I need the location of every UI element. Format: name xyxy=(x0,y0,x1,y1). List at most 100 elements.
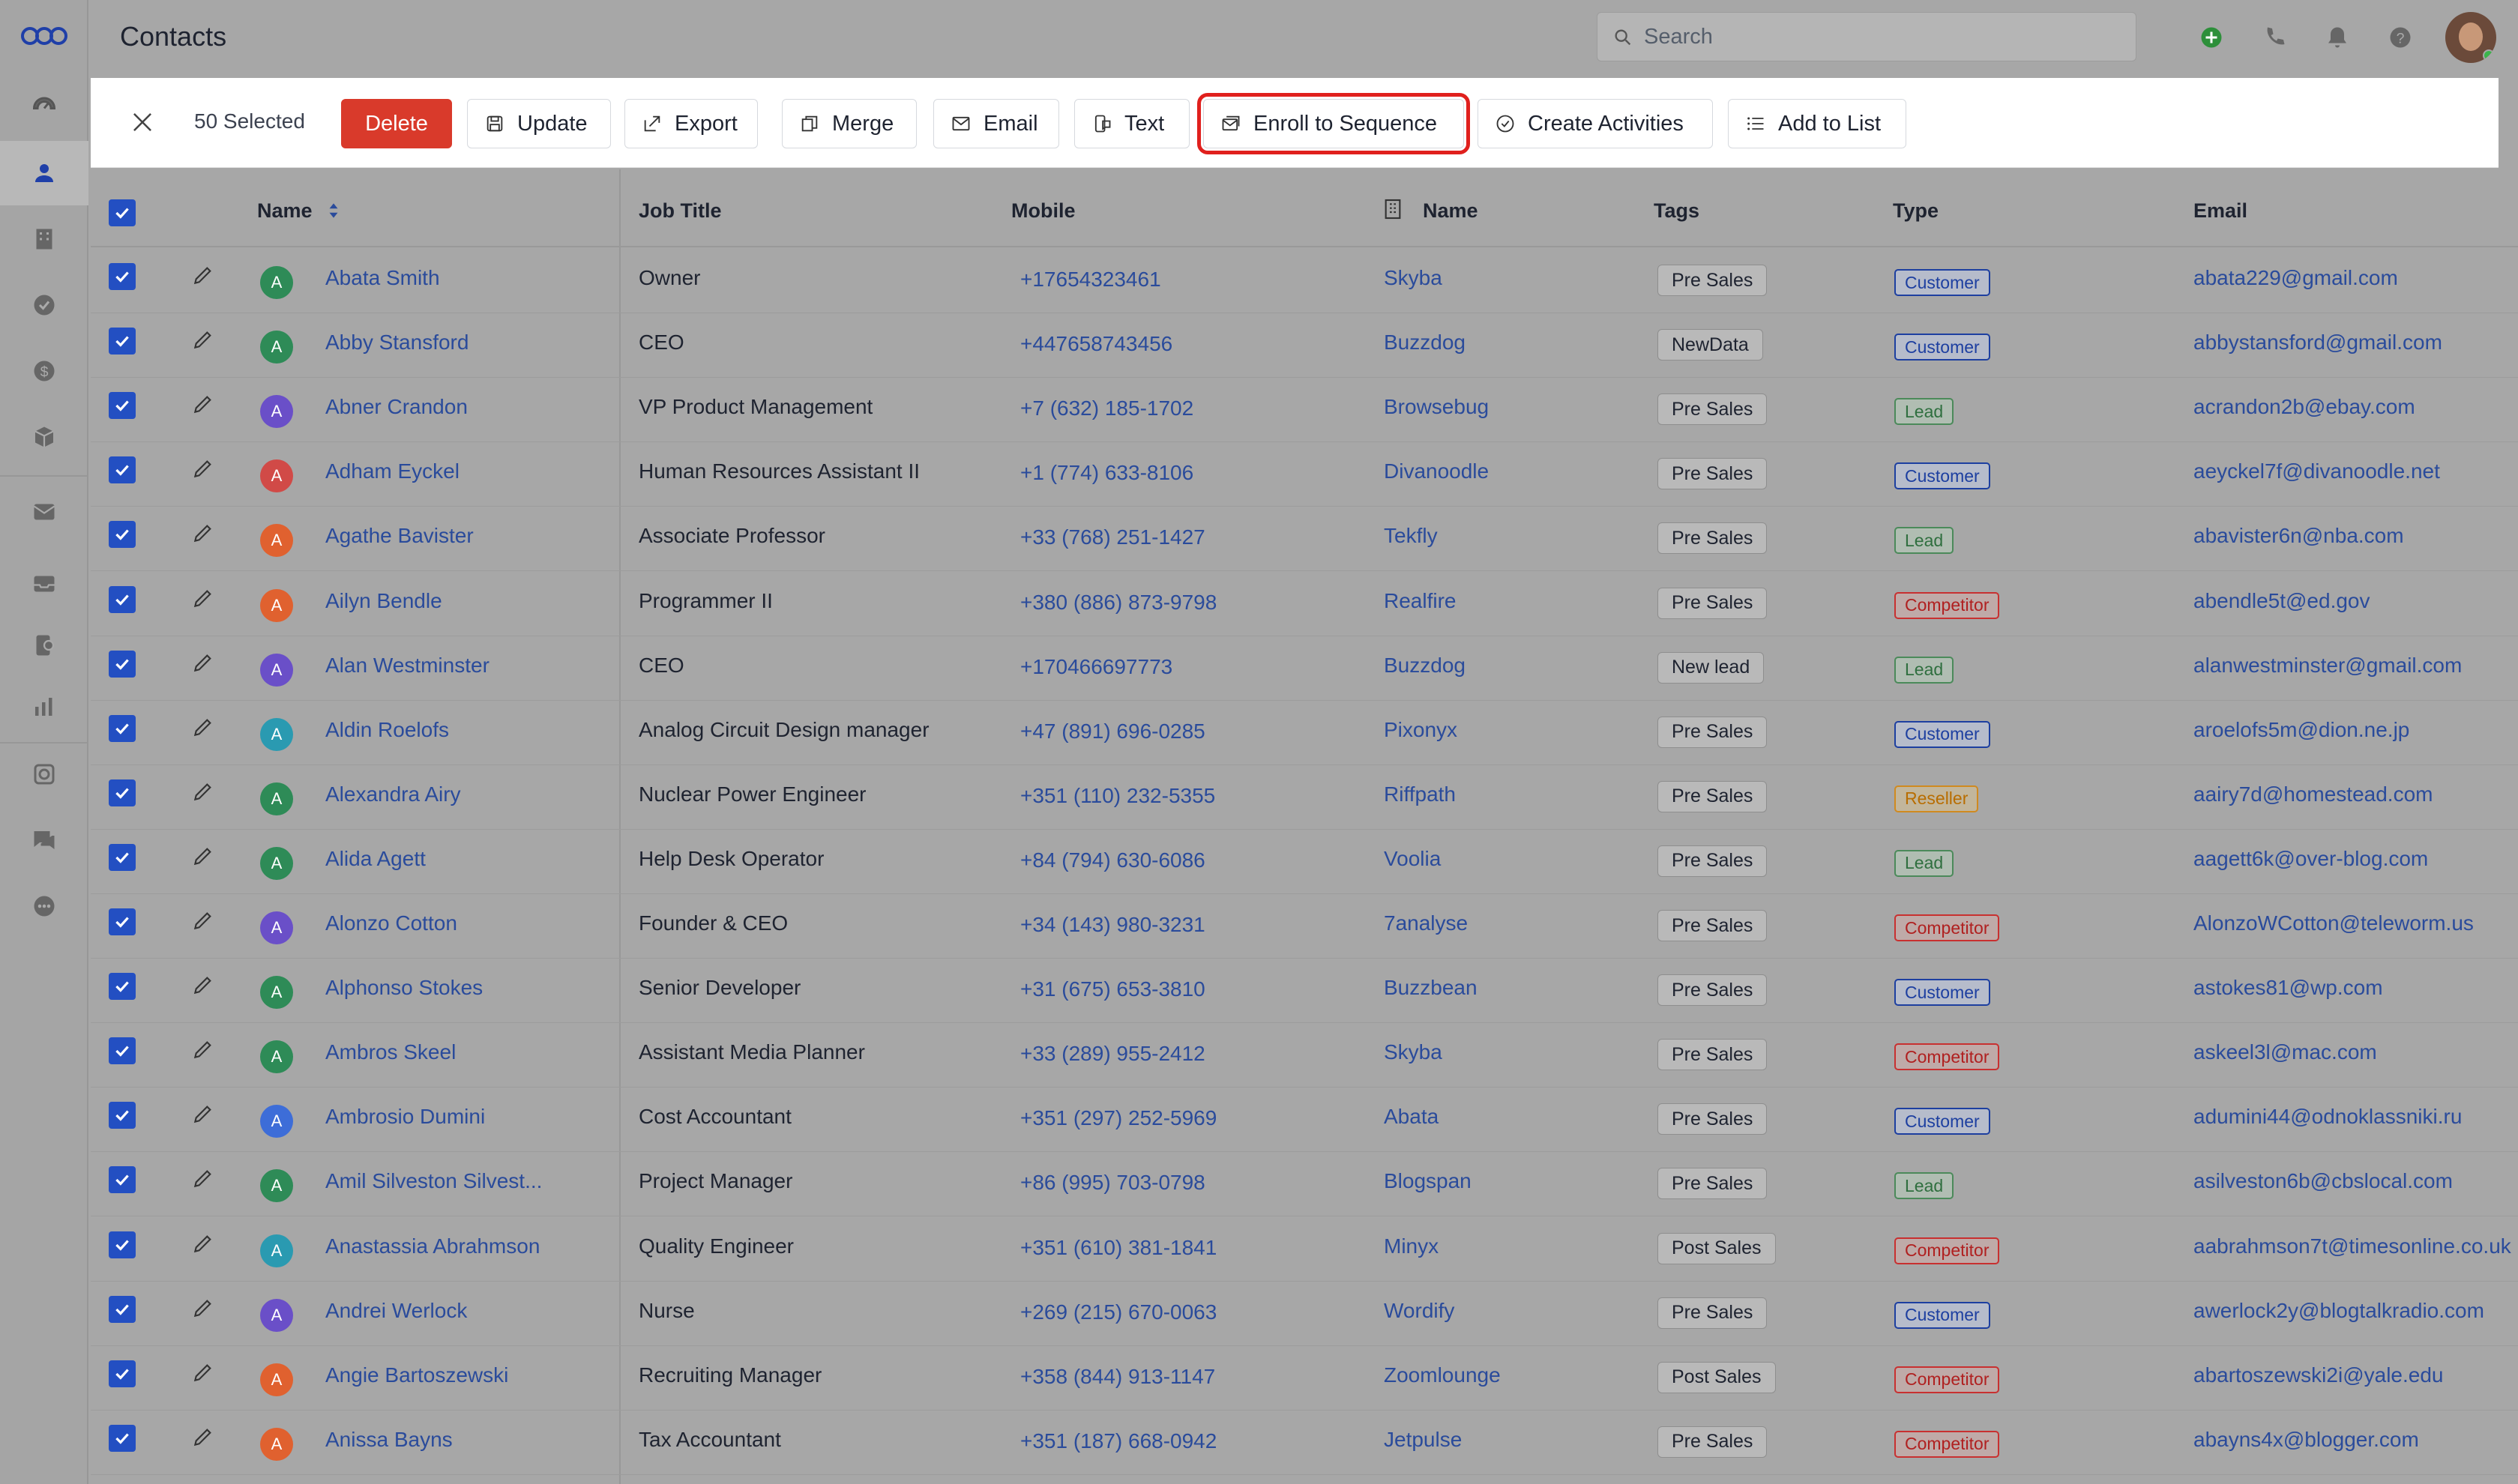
row-checkbox[interactable] xyxy=(109,1424,136,1452)
company-link[interactable]: Minyx xyxy=(1384,1234,1439,1258)
email-link[interactable]: asilveston6b@cbslocal.com xyxy=(2193,1169,2453,1193)
edit-pencil-icon[interactable] xyxy=(191,715,215,739)
edit-pencil-icon[interactable] xyxy=(191,1360,215,1384)
enroll-to-sequence-button[interactable]: Enroll to Sequence xyxy=(1197,93,1470,154)
sidebar-item-contacts[interactable] xyxy=(0,141,88,205)
column-header-company-name[interactable]: Name xyxy=(1423,199,1478,223)
company-link[interactable]: Buzzbean xyxy=(1384,976,1478,1000)
table-row[interactable]: A Anastassia Abrahmson Quality Engineer … xyxy=(91,1217,2518,1282)
sidebar-item-companies[interactable] xyxy=(0,207,88,271)
delete-button[interactable]: Delete xyxy=(341,99,452,148)
table-row[interactable]: A Aldin Roelofs Analog Circuit Design ma… xyxy=(91,701,2518,765)
email-link[interactable]: adumini44@odnoklassniki.ru xyxy=(2193,1105,2462,1129)
table-row[interactable]: A Ambros Skeel Assistant Media Planner +… xyxy=(91,1023,2518,1088)
contact-name-link[interactable]: Anissa Bayns xyxy=(325,1428,453,1452)
table-row[interactable]: A Abata Smith Owner +17654323461 Skyba P… xyxy=(91,249,2518,313)
company-link[interactable]: Riffpath xyxy=(1384,782,1456,806)
row-checkbox[interactable] xyxy=(109,456,136,484)
company-link[interactable]: Skyba xyxy=(1384,266,1442,290)
company-link[interactable]: Browsebug xyxy=(1384,395,1489,419)
mobile-link[interactable]: +351 (187) 668-0942 xyxy=(1020,1429,1217,1453)
sidebar-item-products[interactable] xyxy=(0,405,88,469)
company-link[interactable]: Buzzdog xyxy=(1384,654,1466,678)
mobile-link[interactable]: +17654323461 xyxy=(1020,268,1161,292)
edit-pencil-icon[interactable] xyxy=(191,651,215,675)
edit-pencil-icon[interactable] xyxy=(191,328,215,352)
table-row[interactable]: A Abner Crandon VP Product Management +7… xyxy=(91,378,2518,443)
sidebar-item-more[interactable] xyxy=(0,874,88,938)
add-button[interactable] xyxy=(2196,22,2226,52)
table-row[interactable]: A Alida Agett Help Desk Operator +84 (79… xyxy=(91,830,2518,894)
contact-name-link[interactable]: Aldin Roelofs xyxy=(325,718,449,742)
sidebar-item-dashboard[interactable] xyxy=(0,75,88,139)
contact-name-link[interactable]: Alexandra Airy xyxy=(325,782,461,806)
row-checkbox[interactable] xyxy=(109,973,136,1001)
company-link[interactable]: Pixonyx xyxy=(1384,718,1457,742)
table-row[interactable]: A Alexandra Airy Nuclear Power Engineer … xyxy=(91,765,2518,830)
company-link[interactable]: Realfire xyxy=(1384,589,1456,613)
row-checkbox[interactable] xyxy=(109,585,136,613)
edit-pencil-icon[interactable] xyxy=(191,844,215,868)
row-checkbox[interactable] xyxy=(109,1102,136,1129)
row-checkbox[interactable] xyxy=(109,650,136,678)
table-row[interactable]: A Agathe Bavister Associate Professor +3… xyxy=(91,507,2518,572)
mobile-link[interactable]: +170466697773 xyxy=(1020,655,1172,679)
contact-name-link[interactable]: Amil Silveston Silvest... xyxy=(325,1169,542,1193)
contact-name-link[interactable]: Angie Bartoszewski xyxy=(325,1363,508,1387)
mobile-link[interactable]: +86 (995) 703-0798 xyxy=(1020,1171,1205,1195)
email-link[interactable]: alanwestminster@gmail.com xyxy=(2193,654,2462,678)
company-link[interactable]: Skyba xyxy=(1384,1040,1442,1064)
email-link[interactable]: aeyckel7f@divanoodle.net xyxy=(2193,459,2440,483)
close-icon[interactable] xyxy=(128,108,157,136)
row-checkbox[interactable] xyxy=(109,1360,136,1387)
search-box[interactable] xyxy=(1597,12,2136,61)
edit-pencil-icon[interactable] xyxy=(191,1231,215,1255)
email-link[interactable]: askeel3l@mac.com xyxy=(2193,1040,2377,1064)
contact-name-link[interactable]: Agathe Bavister xyxy=(325,524,474,548)
mobile-link[interactable]: +33 (289) 955-2412 xyxy=(1020,1042,1205,1066)
edit-pencil-icon[interactable] xyxy=(191,1425,215,1449)
email-link[interactable]: aroelofs5m@dion.ne.jp xyxy=(2193,718,2409,742)
contact-name-link[interactable]: Alphonso Stokes xyxy=(325,976,483,1000)
mobile-link[interactable]: +84 (794) 630-6086 xyxy=(1020,848,1205,872)
company-link[interactable]: Wordify xyxy=(1384,1299,1454,1323)
mobile-link[interactable]: +351 (110) 232-5355 xyxy=(1020,784,1215,808)
sidebar-item-chat[interactable] xyxy=(0,808,88,872)
contact-name-link[interactable]: Andrei Werlock xyxy=(325,1299,467,1323)
email-link[interactable]: aagett6k@over-blog.com xyxy=(2193,847,2428,871)
edit-pencil-icon[interactable] xyxy=(191,456,215,480)
column-header-name[interactable]: Name xyxy=(257,199,339,223)
sidebar-item-automation[interactable] xyxy=(0,742,88,806)
mobile-link[interactable]: +7 (632) 185-1702 xyxy=(1020,396,1193,420)
row-checkbox[interactable] xyxy=(109,843,136,871)
edit-pencil-icon[interactable] xyxy=(191,586,215,610)
contact-name-link[interactable]: Ambros Skeel xyxy=(325,1040,456,1064)
table-row[interactable]: A Andrei Werlock Nurse +269 (215) 670-00… xyxy=(91,1282,2518,1346)
text-button[interactable]: Text xyxy=(1074,99,1190,148)
column-header-job-title[interactable]: Job Title xyxy=(639,199,722,223)
column-header-tags[interactable]: Tags xyxy=(1654,199,1699,223)
table-row[interactable]: A Anissa Bayns Tax Accountant +351 (187)… xyxy=(91,1411,2518,1475)
email-button[interactable]: Email xyxy=(933,99,1059,148)
row-checkbox[interactable] xyxy=(109,521,136,549)
edit-pencil-icon[interactable] xyxy=(191,908,215,932)
row-checkbox[interactable] xyxy=(109,1037,136,1065)
company-link[interactable]: Tekfly xyxy=(1384,524,1438,548)
row-checkbox[interactable] xyxy=(109,328,136,355)
help-button[interactable]: ? xyxy=(2385,22,2415,52)
row-checkbox[interactable] xyxy=(109,1231,136,1258)
edit-pencil-icon[interactable] xyxy=(191,779,215,803)
row-checkbox[interactable] xyxy=(109,392,136,420)
create-activities-button[interactable]: Create Activities xyxy=(1478,99,1713,148)
mobile-link[interactable]: +447658743456 xyxy=(1020,332,1172,356)
edit-pencil-icon[interactable] xyxy=(191,1166,215,1190)
company-link[interactable]: Buzzdog xyxy=(1384,331,1466,355)
update-button[interactable]: Update xyxy=(467,99,611,148)
edit-pencil-icon[interactable] xyxy=(191,1296,215,1320)
email-link[interactable]: AlonzoWCotton@teleworm.us xyxy=(2193,911,2474,935)
row-checkbox[interactable] xyxy=(109,263,136,290)
email-link[interactable]: astokes81@wp.com xyxy=(2193,976,2383,1000)
mobile-link[interactable]: +34 (143) 980-3231 xyxy=(1020,913,1205,937)
phone-button[interactable] xyxy=(2259,22,2289,52)
email-link[interactable]: abavister6n@nba.com xyxy=(2193,524,2404,548)
